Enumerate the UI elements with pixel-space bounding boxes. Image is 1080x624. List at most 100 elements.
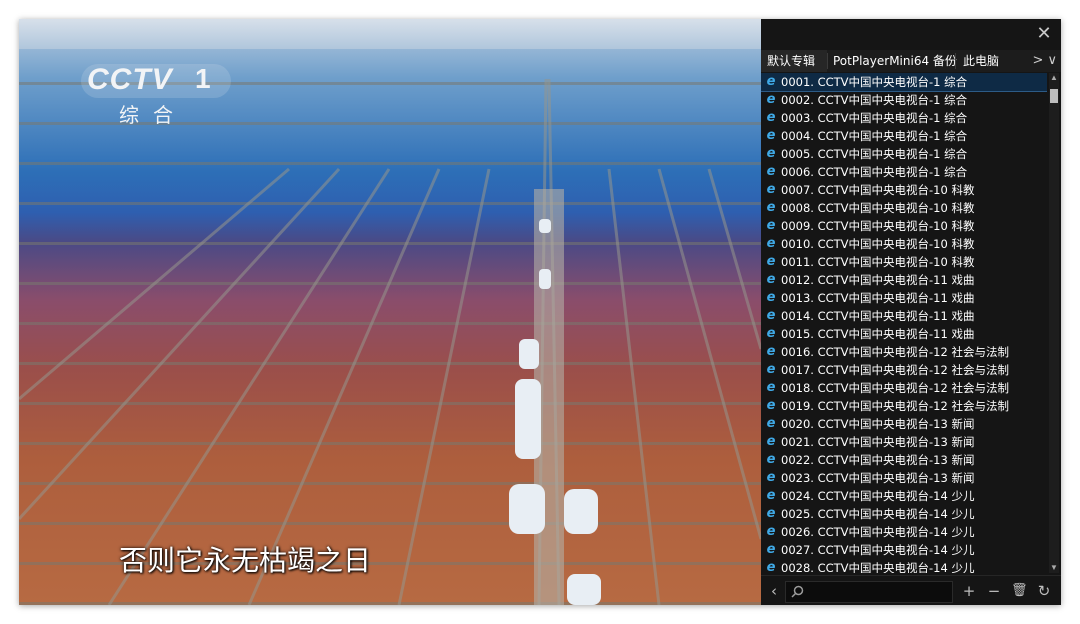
playlist-toolbar: ‹ + − 🗑 ↻ — [761, 575, 1061, 605]
remove-icon[interactable]: − — [986, 582, 1002, 600]
media-file-icon: e — [766, 200, 776, 215]
media-file-icon: e — [766, 92, 776, 107]
playlist-item[interactable]: e 0013. CCTV中国中央电视台-11 戏曲 — [761, 289, 1047, 307]
playlist-item-label: 0018. CCTV中国中央电视台-12 社会与法制 — [781, 381, 1009, 395]
playlist-item[interactable]: e 0008. CCTV中国中央电视台-10 科教 — [761, 199, 1047, 217]
playlist-item-label: 0011. CCTV中国中央电视台-10 科教 — [781, 255, 975, 269]
playlist-item[interactable]: e 0005. CCTV中国中央电视台-1 综合 — [761, 145, 1047, 163]
playlist-item[interactable]: e 0024. CCTV中国中央电视台-14 少儿 — [761, 487, 1047, 505]
media-file-icon: e — [766, 362, 776, 377]
playlist-item-label: 0027. CCTV中国中央电视台-14 少儿 — [781, 543, 975, 557]
media-file-icon: e — [766, 434, 776, 449]
player-window: CCTV 1 综合 否则它永无枯竭之日 ✕ 默认专辑 PotPlayerMini… — [19, 19, 1061, 605]
media-file-icon: e — [766, 560, 776, 574]
playlist-item[interactable]: e 0019. CCTV中国中央电视台-12 社会与法制 — [761, 397, 1047, 415]
playlist-item-label: 0019. CCTV中国中央电视台-12 社会与法制 — [781, 399, 1009, 413]
media-file-icon: e — [766, 146, 776, 161]
media-file-icon: e — [766, 524, 776, 539]
playlist-item-label: 0020. CCTV中国中央电视台-13 新闻 — [781, 417, 975, 431]
media-file-icon: e — [766, 308, 776, 323]
chevron-left-icon[interactable]: ‹ — [767, 582, 781, 600]
media-file-icon: e — [766, 74, 776, 89]
playlist-item[interactable]: e 0026. CCTV中国中央电视台-14 少儿 — [761, 523, 1047, 541]
media-file-icon: e — [766, 506, 776, 521]
playlist-item[interactable]: e 0016. CCTV中国中央电视台-12 社会与法制 — [761, 343, 1047, 361]
playlist-item[interactable]: e 0017. CCTV中国中央电视台-12 社会与法制 — [761, 361, 1047, 379]
playlist-item[interactable]: e 0001. CCTV中国中央电视台-1 综合 — [761, 73, 1047, 92]
playlist-item[interactable]: e 0018. CCTV中国中央电视台-12 社会与法制 — [761, 379, 1047, 397]
scroll-up-icon[interactable]: ▲ — [1049, 73, 1059, 83]
tab-this-pc[interactable]: 此电脑 — [963, 50, 1023, 72]
playlist-panel: ✕ 默认专辑 PotPlayerMini64 备份 此电脑 > ∨ e 0001.… — [761, 19, 1061, 605]
search-icon — [791, 585, 804, 598]
playlist-item[interactable]: e 0014. CCTV中国中央电视台-11 戏曲 — [761, 307, 1047, 325]
tab-scroll-arrows[interactable]: > ∨ — [1032, 50, 1057, 72]
playlist-item[interactable]: e 0011. CCTV中国中央电视台-10 科教 — [761, 253, 1047, 271]
playlist-list: e 0001. CCTV中国中央电视台-1 综合 e 0002. CCTV中国中央电视… — [761, 73, 1047, 573]
playlist-scrollbar[interactable]: ▲ ▼ — [1049, 73, 1059, 573]
media-file-icon: e — [766, 218, 776, 233]
playlist-item[interactable]: e 0023. CCTV中国中央电视台-13 新闻 — [761, 469, 1047, 487]
playlist-item-label: 0017. CCTV中国中央电视台-12 社会与法制 — [781, 363, 1009, 377]
search-input[interactable] — [808, 584, 950, 601]
channel-logo: CCTV — [87, 63, 173, 96]
media-file-icon: e — [766, 326, 776, 341]
media-file-icon: e — [766, 416, 776, 431]
playlist-item[interactable]: e 0007. CCTV中国中央电视台-10 科教 — [761, 181, 1047, 199]
media-file-icon: e — [766, 542, 776, 557]
playlist-item[interactable]: e 0010. CCTV中国中央电视台-10 科教 — [761, 235, 1047, 253]
playlist-item[interactable]: e 0009. CCTV中国中央电视台-10 科教 — [761, 217, 1047, 235]
playlist-item[interactable]: e 0015. CCTV中国中央电视台-11 戏曲 — [761, 325, 1047, 343]
tab-divider — [955, 53, 956, 69]
playlist-item-label: 0012. CCTV中国中央电视台-11 戏曲 — [781, 273, 975, 287]
playlist-item-label: 0016. CCTV中国中央电视台-12 社会与法制 — [781, 345, 1009, 359]
trash-icon[interactable]: 🗑 — [1011, 582, 1028, 600]
tab-default-album[interactable]: 默认专辑 — [761, 50, 827, 72]
scroll-down-icon[interactable]: ▼ — [1049, 563, 1059, 573]
playlist-item[interactable]: e 0027. CCTV中国中央电视台-14 少儿 — [761, 541, 1047, 559]
playlist-item-label: 0028. CCTV中国中央电视台-14 少儿 — [781, 561, 975, 573]
playlist-item[interactable]: e 0006. CCTV中国中央电视台-1 综合 — [761, 163, 1047, 181]
playlist-item-label: 0014. CCTV中国中央电视台-11 戏曲 — [781, 309, 975, 323]
channel-name: 综合 — [119, 105, 187, 127]
media-file-icon: e — [766, 128, 776, 143]
playlist-item[interactable]: e 0002. CCTV中国中央电视台-1 综合 — [761, 91, 1047, 109]
playlist-item-label: 0015. CCTV中国中央电视台-11 戏曲 — [781, 327, 975, 341]
playlist-item-label: 0010. CCTV中国中央电视台-10 科教 — [781, 237, 975, 251]
playlist-tabs: 默认专辑 PotPlayerMini64 备份 此电脑 > ∨ — [761, 50, 1061, 72]
add-icon[interactable]: + — [961, 582, 977, 600]
playlist-item[interactable]: e 0003. CCTV中国中央电视台-1 综合 — [761, 109, 1047, 127]
playlist-item[interactable]: e 0012. CCTV中国中央电视台-11 戏曲 — [761, 271, 1047, 289]
media-file-icon: e — [766, 272, 776, 287]
video-subtitle: 否则它永无枯竭之日 — [119, 544, 372, 577]
media-file-icon: e — [766, 110, 776, 125]
media-file-icon: e — [766, 344, 776, 359]
playlist-item[interactable]: e 0025. CCTV中国中央电视台-14 少儿 — [761, 505, 1047, 523]
media-file-icon: e — [766, 470, 776, 485]
playlist-item-label: 0001. CCTV中国中央电视台-1 综合 — [781, 75, 968, 89]
tab-potplayer-backup[interactable]: PotPlayerMini64 备份 — [833, 50, 959, 72]
media-file-icon: e — [766, 164, 776, 179]
playlist-item[interactable]: e 0020. CCTV中国中央电视台-13 新闻 — [761, 415, 1047, 433]
playlist-item-label: 0022. CCTV中国中央电视台-13 新闻 — [781, 453, 975, 467]
playlist-item-label: 0021. CCTV中国中央电视台-13 新闻 — [781, 435, 975, 449]
media-file-icon: e — [766, 398, 776, 413]
playlist-item[interactable]: e 0004. CCTV中国中央电视台-1 综合 — [761, 127, 1047, 145]
playlist-item-label: 0005. CCTV中国中央电视台-1 综合 — [781, 147, 968, 161]
playlist-item-label: 0009. CCTV中国中央电视台-10 科教 — [781, 219, 975, 233]
playlist-item[interactable]: e 0028. CCTV中国中央电视台-14 少儿 — [761, 559, 1047, 574]
close-icon[interactable]: ✕ — [1033, 23, 1055, 45]
refresh-icon[interactable]: ↻ — [1036, 582, 1052, 600]
playlist-item-label: 0006. CCTV中国中央电视台-1 综合 — [781, 165, 968, 179]
media-file-icon: e — [766, 254, 776, 269]
media-file-icon: e — [766, 236, 776, 251]
tab-divider — [827, 53, 828, 69]
scroll-thumb[interactable] — [1050, 89, 1058, 103]
playlist-item-label: 0008. CCTV中国中央电视台-10 科教 — [781, 201, 975, 215]
search-box — [785, 581, 953, 603]
playlist-item[interactable]: e 0021. CCTV中国中央电视台-13 新闻 — [761, 433, 1047, 451]
video-frame[interactable]: CCTV 1 综合 否则它永无枯竭之日 — [19, 19, 761, 605]
playlist-item-label: 0013. CCTV中国中央电视台-11 戏曲 — [781, 291, 975, 305]
media-file-icon: e — [766, 452, 776, 467]
playlist-item[interactable]: e 0022. CCTV中国中央电视台-13 新闻 — [761, 451, 1047, 469]
